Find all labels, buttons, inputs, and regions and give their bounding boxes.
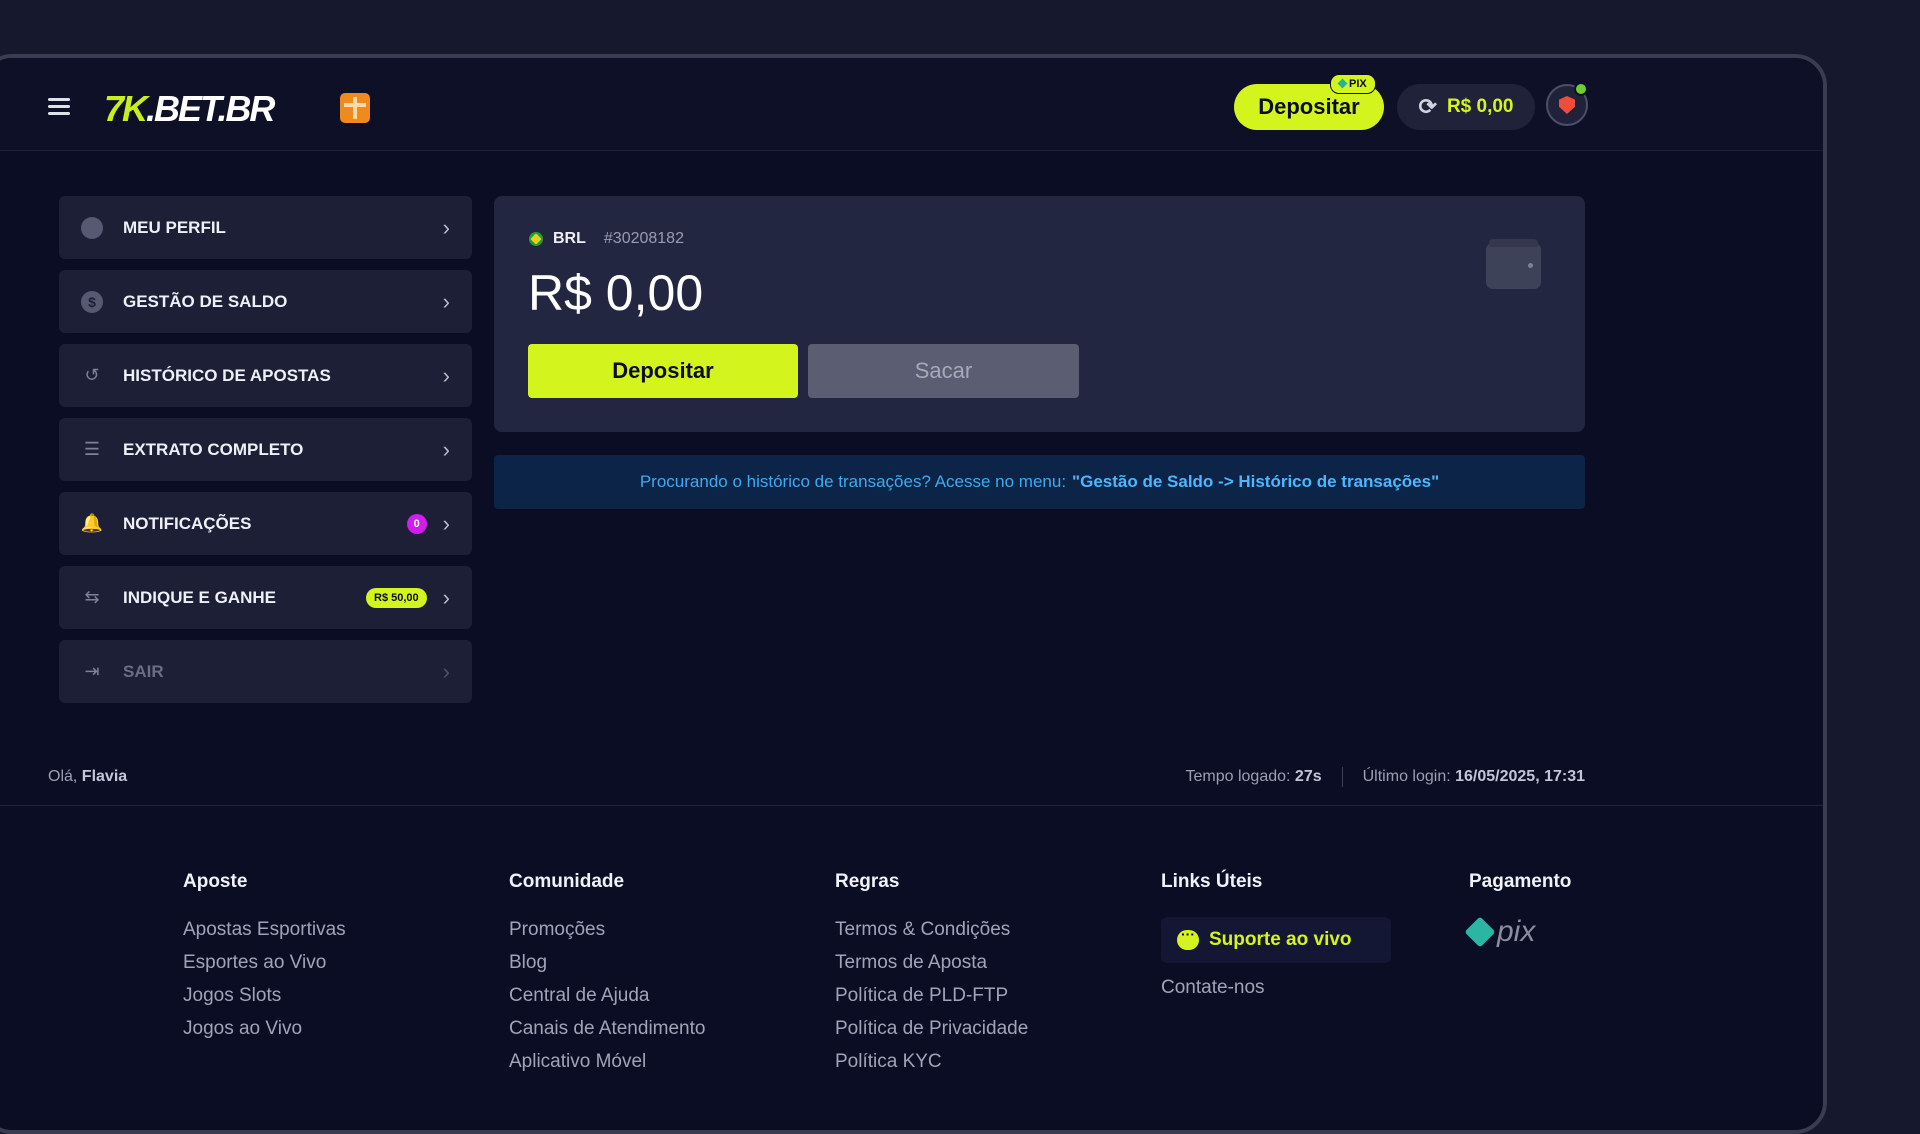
wallet-icon bbox=[1486, 239, 1541, 289]
menu-item-gestao-de-saldo[interactable]: $ GESTÃO DE SALDO › bbox=[59, 270, 472, 333]
chevron-right-icon: › bbox=[442, 436, 450, 462]
account-id: #30208182 bbox=[603, 230, 684, 247]
list-icon: ☰ bbox=[83, 439, 101, 459]
footer-link[interactable]: Política KYC bbox=[835, 1051, 1135, 1084]
footer-link[interactable]: Esportes ao Vivo bbox=[183, 952, 483, 985]
wallet-balance: R$ 0,00 bbox=[528, 265, 704, 321]
header-balance-value: R$ 0,00 bbox=[1446, 96, 1514, 117]
footer-link[interactable]: Promoções bbox=[509, 919, 809, 952]
chevron-right-icon: › bbox=[442, 584, 450, 610]
referral-icon: ⇆ bbox=[84, 587, 100, 607]
dollar-coin-icon: $ bbox=[81, 290, 103, 313]
footer-link[interactable]: Aplicativo Móvel bbox=[509, 1051, 809, 1084]
chevron-right-icon: › bbox=[442, 288, 450, 314]
footer-title: Links Úteis bbox=[1161, 871, 1263, 892]
currency-code: BRL bbox=[553, 230, 586, 247]
session-status-row: Olá, Flavia Tempo logado: 27s Último log… bbox=[48, 767, 1585, 787]
footer-link[interactable]: Central de Ajuda bbox=[509, 985, 809, 1018]
notification-count-badge: 0 bbox=[406, 513, 427, 534]
history-icon: ↺ bbox=[84, 365, 100, 385]
footer-link[interactable]: Canais de Atendimento bbox=[509, 1018, 809, 1051]
top-bar: 7K.BET.BR Depositar PIX ⟳ R$ 0,00 bbox=[0, 58, 1823, 151]
wallet-card: BRL #30208182 R$ 0,00 Depositar Sacar bbox=[494, 196, 1585, 432]
footer-link[interactable]: Apostas Esportivas bbox=[183, 919, 483, 952]
chevron-right-icon: › bbox=[442, 658, 450, 684]
hamburger-menu-icon[interactable] bbox=[48, 98, 70, 116]
footer-link[interactable]: Jogos Slots bbox=[183, 985, 483, 1018]
user-avatar[interactable] bbox=[1546, 82, 1588, 126]
gift-icon[interactable] bbox=[340, 93, 370, 123]
logged-time: Tempo logado: 27s bbox=[1185, 768, 1322, 785]
user-name: Flavia bbox=[81, 768, 128, 785]
footer-title: Pagamento bbox=[1469, 871, 1572, 892]
footer-column-comunidade: Comunidade Promoções Blog Central de Aju… bbox=[509, 871, 809, 1084]
footer-link[interactable]: Política de PLD-FTP bbox=[835, 985, 1135, 1018]
logout-icon: ⇥ bbox=[84, 661, 100, 681]
brazil-flag-icon bbox=[529, 232, 543, 246]
menu-item-sair[interactable]: ⇥ SAIR › bbox=[59, 640, 472, 703]
wallet-currency-row: BRL #30208182 bbox=[529, 230, 684, 248]
pix-badge: PIX bbox=[1330, 74, 1376, 94]
footer-column-aposte: Aposte Apostas Esportivas Esportes ao Vi… bbox=[183, 871, 483, 1051]
footer-link[interactable]: Termos & Condições bbox=[835, 919, 1135, 952]
deposit-button[interactable]: Depositar bbox=[528, 344, 798, 398]
menu-item-indique-e-ganhe[interactable]: ⇆ INDIQUE E GANHE R$ 50,00 › bbox=[59, 566, 472, 629]
menu-item-historico-de-apostas[interactable]: ↺ HISTÓRICO DE APOSTAS › bbox=[59, 344, 472, 407]
footer-column-regras: Regras Termos & Condições Termos de Apos… bbox=[835, 871, 1135, 1084]
withdraw-button[interactable]: Sacar bbox=[808, 344, 1079, 398]
user-icon bbox=[81, 216, 103, 239]
chevron-right-icon: › bbox=[442, 214, 450, 240]
refresh-icon[interactable]: ⟳ bbox=[1419, 94, 1437, 120]
menu-item-meu-perfil[interactable]: MEU PERFIL › bbox=[59, 196, 472, 259]
site-logo[interactable]: 7K.BET.BR bbox=[104, 88, 275, 130]
footer-link[interactable]: Jogos ao Vivo bbox=[183, 1018, 483, 1051]
footer-divider bbox=[0, 805, 1823, 806]
shield-icon bbox=[1559, 96, 1575, 114]
account-menu: MEU PERFIL › $ GESTÃO DE SALDO › ↺ HISTÓ… bbox=[59, 196, 472, 714]
chevron-right-icon: › bbox=[442, 362, 450, 388]
pix-diamond-icon bbox=[1337, 78, 1348, 89]
footer-title: Aposte bbox=[183, 871, 248, 892]
menu-item-extrato-completo[interactable]: ☰ EXTRATO COMPLETO › bbox=[59, 418, 472, 481]
live-support-button[interactable]: Suporte ao vivo bbox=[1161, 917, 1391, 963]
footer-column-links-uteis: Links Úteis Suporte ao vivo Contate-nos bbox=[1161, 871, 1461, 1010]
pix-diamond-icon bbox=[1464, 916, 1496, 948]
transaction-history-hint: Procurando o histórico de transações? Ac… bbox=[494, 455, 1585, 509]
footer-title: Regras bbox=[835, 871, 900, 892]
chat-bubble-icon bbox=[1177, 926, 1199, 950]
last-login: Último login: 16/05/2025, 17:31 bbox=[1362, 768, 1585, 785]
footer-link[interactable]: Blog bbox=[509, 952, 809, 985]
hint-link[interactable]: "Gestão de Saldo -> Histórico de transaç… bbox=[1072, 472, 1439, 492]
footer-link[interactable]: Política de Privacidade bbox=[835, 1018, 1135, 1051]
pix-logo: pix bbox=[1464, 915, 1769, 949]
referral-bonus-badge: R$ 50,00 bbox=[366, 587, 427, 608]
footer-column-pagamento: Pagamento pix bbox=[1464, 871, 1769, 949]
online-indicator bbox=[1574, 82, 1588, 96]
bell-icon: 🔔 bbox=[80, 513, 104, 533]
footer-link[interactable]: Termos de Aposta bbox=[835, 952, 1135, 985]
footer-link[interactable]: Contate-nos bbox=[1161, 977, 1461, 1010]
app-window: 7K.BET.BR Depositar PIX ⟳ R$ 0,00 MEU PE… bbox=[0, 54, 1827, 1134]
greeting: Olá, Flavia bbox=[48, 768, 128, 785]
menu-item-notificacoes[interactable]: 🔔 NOTIFICAÇÕES 0 › bbox=[59, 492, 472, 555]
status-separator bbox=[1341, 767, 1343, 787]
hint-text: Procurando o histórico de transações? Ac… bbox=[639, 472, 1067, 491]
header-balance[interactable]: ⟳ R$ 0,00 bbox=[1397, 84, 1535, 130]
footer-title: Comunidade bbox=[509, 871, 625, 892]
chevron-right-icon: › bbox=[442, 510, 450, 536]
